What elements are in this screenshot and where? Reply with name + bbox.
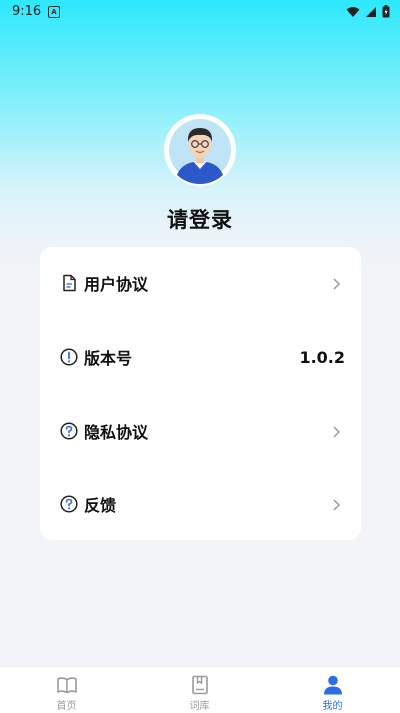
tab-wordbook[interactable]: 词库 [133,667,266,713]
tab-home[interactable]: 首页 [0,667,133,713]
question-icon [60,495,78,513]
status-icons [346,5,390,18]
chevron-right-icon [331,497,341,511]
menu-item-version: 版本号 1.0.2 [40,337,361,377]
status-time: 9:16 [12,4,42,19]
menu-item-label: 版本号 [84,349,133,368]
wifi-icon [346,6,360,18]
tab-mine[interactable]: 我的 [266,667,400,713]
login-prompt[interactable]: 请登录 [0,204,400,234]
document-icon [60,274,78,292]
chevron-right-icon [331,424,341,438]
menu-item-privacy-policy[interactable]: 隐私协议 [40,411,361,451]
tab-label: 词库 [189,701,210,712]
person-icon [322,674,344,696]
tab-label: 首页 [56,701,77,712]
notification-icon: A [48,6,60,18]
question-icon [60,422,78,440]
info-icon [60,348,78,366]
avatar[interactable] [166,116,234,184]
settings-menu-card: 用户协议 版本号 1.0.2 隐私协议 反馈 [40,247,361,540]
battery-icon [382,5,390,18]
signal-icon [365,6,377,18]
menu-item-label: 反馈 [84,496,117,515]
tab-label: 我的 [322,701,343,712]
menu-item-feedback[interactable]: 反馈 [40,484,361,524]
menu-item-user-agreement[interactable]: 用户协议 [40,263,361,303]
chevron-right-icon [331,276,341,290]
avatar-image [166,116,234,184]
wordbook-icon [189,674,211,696]
menu-item-label: 用户协议 [84,275,149,294]
bottom-tab-bar: 首页 词库 我的 [0,666,400,713]
menu-item-label: 隐私协议 [84,423,149,442]
status-bar: 9:16 A [0,0,400,24]
book-icon [56,674,78,696]
version-value: 1.0.2 [299,347,345,367]
